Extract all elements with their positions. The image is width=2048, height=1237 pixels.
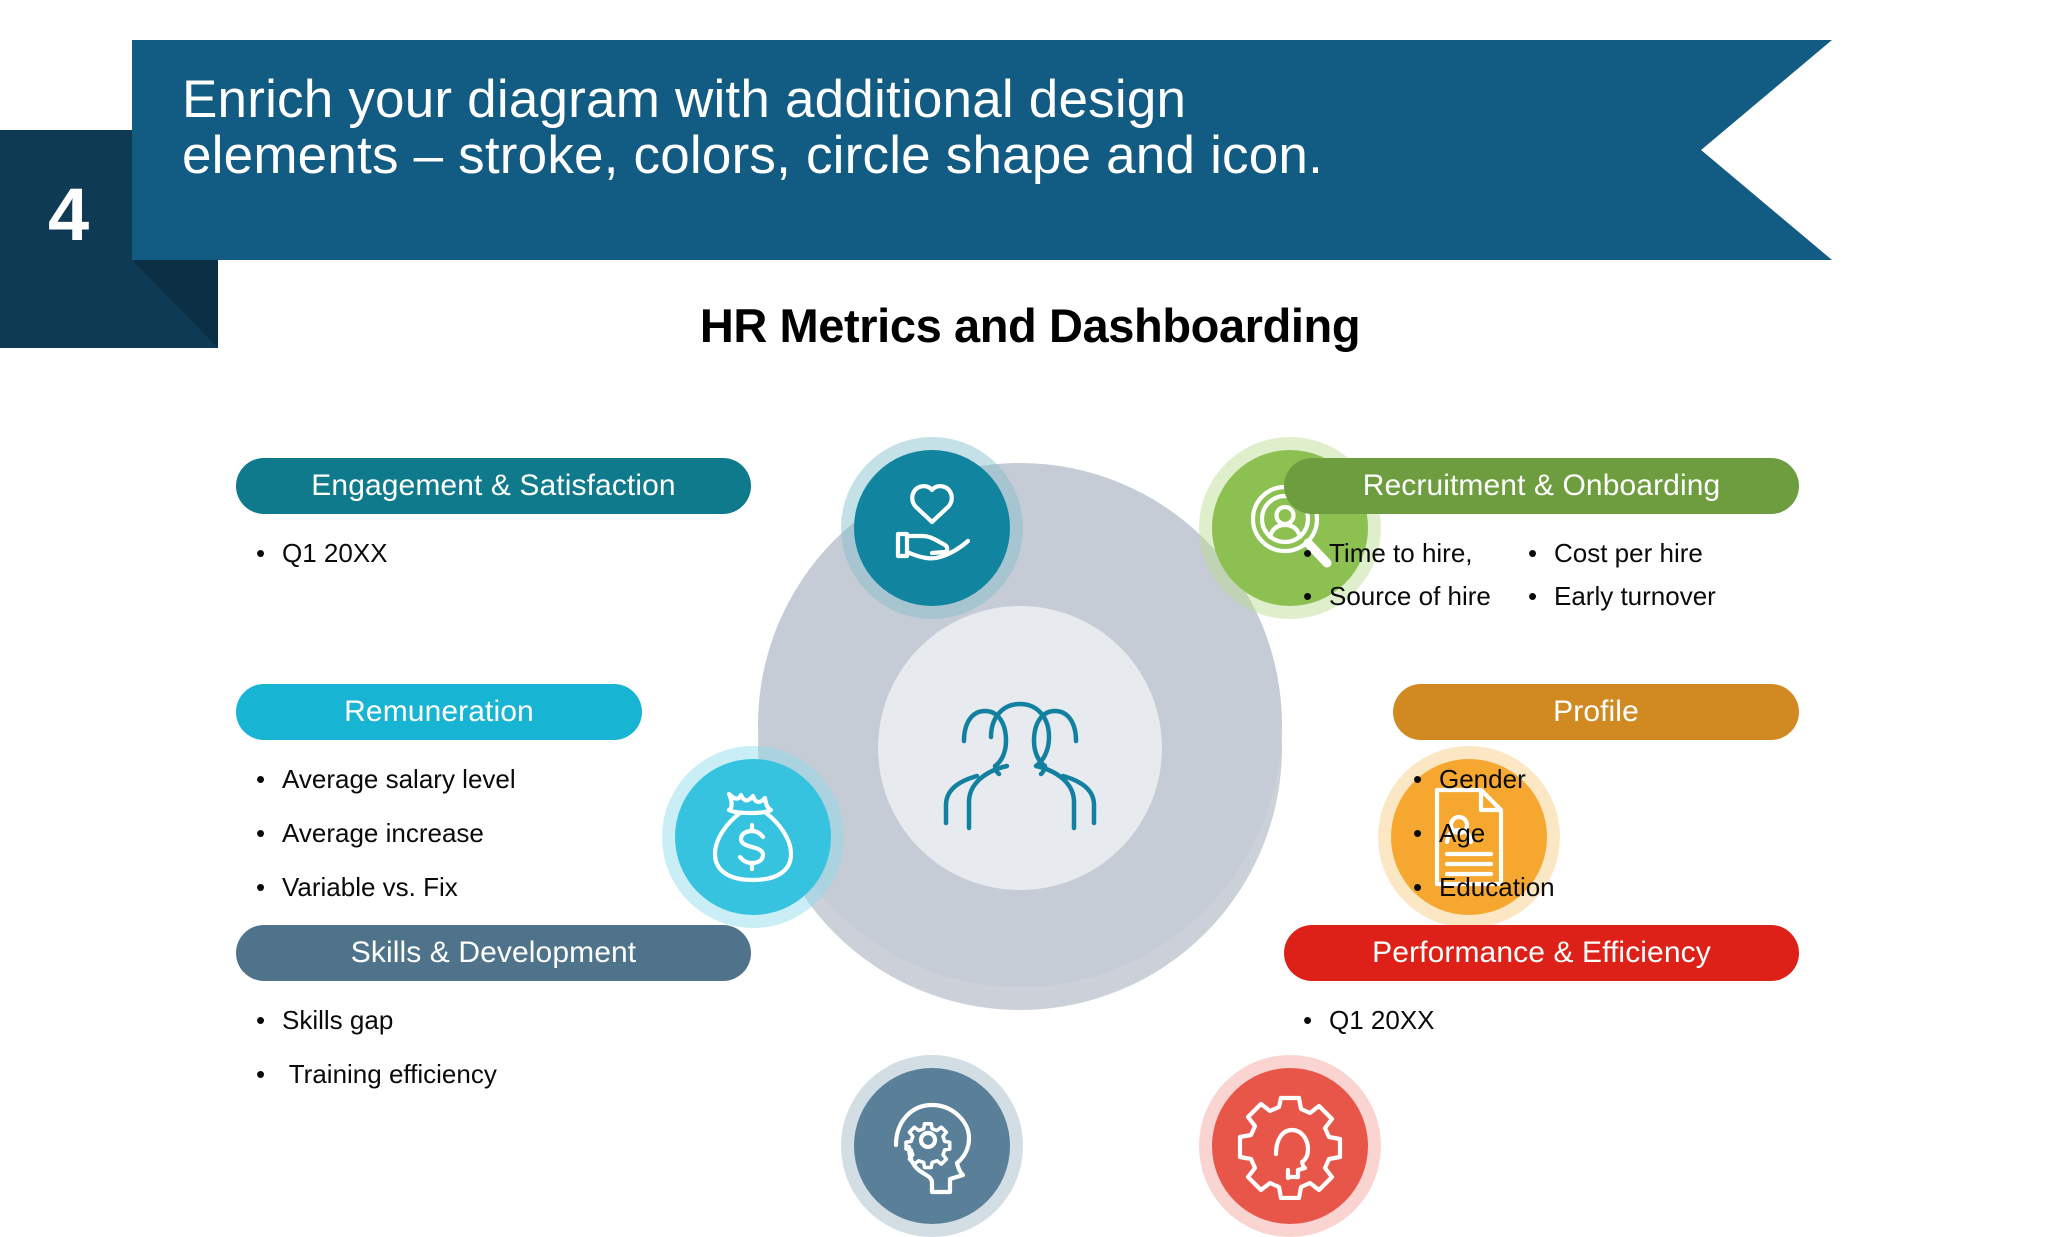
heart-in-hand-icon [895,484,971,561]
bullet-glyph: • [1413,872,1423,902]
list-item: • Early turnover [1528,581,1716,612]
list-item: • Variable vs. Fix [256,872,516,903]
list-item-label: Gender [1439,764,1526,794]
list-item: • Age [1413,818,1555,849]
node-skills[interactable] [841,1055,1023,1237]
bullet-glyph: • [256,538,266,568]
bullets-engagement: • Q1 20XX [256,538,388,592]
hr-metrics-wheel [662,420,1560,1237]
list-item: • Cost per hire [1528,538,1716,569]
bullets-remuneration: • Average salary level • Average increase … [256,764,516,926]
list-item: • Q1 20XX [1303,1005,1435,1036]
list-item-label: Age [1439,818,1486,848]
slide-number: 4 [48,173,89,256]
page-title: HR Metrics and Dashboarding [0,298,2048,353]
bullet-glyph: • [256,1005,266,1035]
list-item: • Training efficiency [256,1059,497,1090]
bullet-glyph: • [1528,581,1538,611]
list-item: • Average salary level [256,764,516,795]
node-core [1212,1068,1368,1224]
list-item-label: Q1 20XX [282,538,388,568]
list-item: • Average increase [256,818,516,849]
bullet-glyph: • [256,872,266,902]
bullet-glyph: • [1303,1005,1313,1035]
list-item-label: Variable vs. Fix [282,872,458,902]
node-performance[interactable] [1199,1055,1381,1237]
page-title-text: HR Metrics and Dashboarding [699,299,1361,352]
bullets-performance: • Q1 20XX [1303,1005,1435,1059]
money-bag-icon [712,791,794,883]
list-item: • Skills gap [256,1005,497,1036]
section-title-recruitment[interactable]: Recruitment & Onboarding [1284,458,1799,514]
list-item-label: Cost per hire [1554,538,1703,568]
header-title: Enrich your diagram with additional desi… [182,70,1324,186]
section-title-remuneration[interactable]: Remuneration [236,684,642,740]
node-core [675,759,831,915]
list-item: • Q1 20XX [256,538,388,569]
bullet-glyph: • [1303,538,1313,568]
bullets-profile: • Gender • Age • Education [1413,764,1555,926]
list-item: • Time to hire, [1303,538,1528,569]
list-item-label: Education [1439,872,1555,902]
section-title-performance[interactable]: Performance & Efficiency [1284,925,1799,981]
bullet-glyph: • [1528,538,1538,568]
gear-head-icon [1237,1095,1343,1200]
bullets-skills: • Skills gap • Training efficiency [256,1005,497,1113]
list-item: • Source of hire [1303,581,1528,612]
list-item-label: Training efficiency [282,1059,497,1089]
node-core [854,1068,1010,1224]
bullet-glyph: • [256,1059,266,1089]
bullet-glyph: • [1413,764,1423,794]
list-item: • Gender [1413,764,1555,795]
list-item-label: Average increase [282,818,484,848]
bullet-glyph: • [1413,818,1423,848]
bullets-recruitment: • Time to hire, • Cost per hire • Source of… [1303,538,1716,612]
people-group-icon [943,701,1097,831]
section-title-skills[interactable]: Skills & Development [236,925,751,981]
section-title-engagement[interactable]: Engagement & Satisfaction [236,458,751,514]
list-item-label: Early turnover [1554,581,1716,611]
head-gear-icon [893,1102,972,1195]
list-item-label: Skills gap [282,1005,394,1035]
list-item-label: Source of hire [1329,581,1491,611]
list-item-label: Q1 20XX [1329,1005,1435,1035]
list-item-label: Average salary level [282,764,516,794]
list-item-label: Time to hire, [1329,538,1473,568]
section-title-profile[interactable]: Profile [1393,684,1799,740]
node-remuneration[interactable] [662,746,844,928]
bullet-glyph: • [1303,581,1313,611]
bullet-glyph: • [256,764,266,794]
bullet-glyph: • [256,818,266,848]
node-core [854,450,1010,606]
list-item: • Education [1413,872,1555,903]
node-engagement[interactable] [841,437,1023,619]
